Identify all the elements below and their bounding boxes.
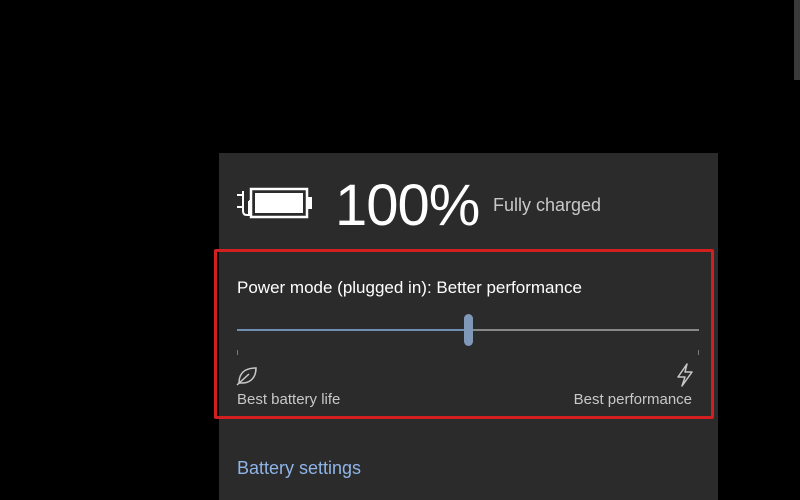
battery-status-text: Fully charged: [493, 195, 602, 215]
battery-charging-icon: [237, 187, 312, 219]
slider-thumb[interactable]: [464, 314, 473, 346]
slider-fill: [237, 329, 468, 331]
lightning-bolt-icon: [677, 363, 693, 387]
slider-tick-max: [698, 350, 699, 355]
power-mode-slider[interactable]: [237, 314, 699, 355]
battery-percentage: 100%: [335, 173, 480, 238]
power-mode-section: Power mode (plugged in): Better performa…: [214, 249, 714, 419]
desktop-background: 100% Fully charged Power mode (plugged i…: [0, 0, 800, 500]
best-performance-label: Best performance: [573, 391, 692, 408]
leaf-icon: [236, 367, 257, 386]
battery-settings-link[interactable]: Battery settings: [237, 458, 361, 479]
battery-flyout: 100% Fully charged Power mode (plugged i…: [214, 153, 718, 500]
scrollbar[interactable]: [794, 0, 800, 80]
best-battery-life-label: Best battery life: [237, 391, 341, 408]
slider-tick-min: [237, 350, 238, 355]
battery-status-row: 100% Fully charged: [219, 153, 718, 243]
power-mode-label: Power mode (plugged in): Better performa…: [237, 278, 582, 297]
